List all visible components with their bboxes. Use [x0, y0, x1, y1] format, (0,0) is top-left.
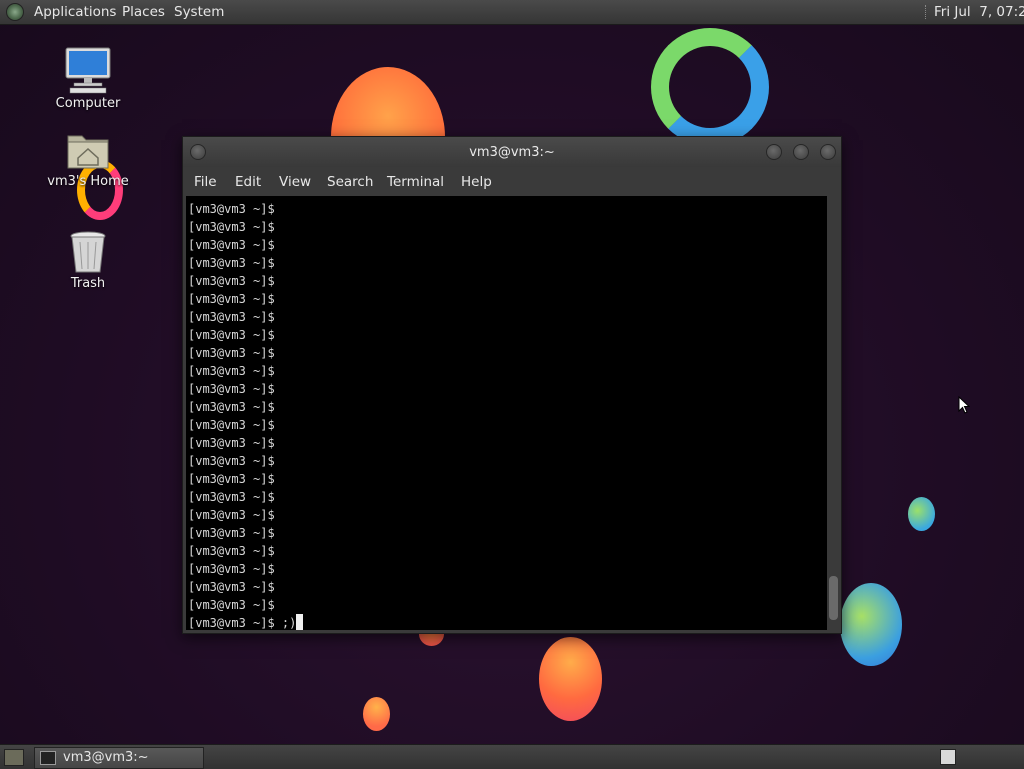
terminal-line: [vm3@vm3 ~]$: [188, 562, 275, 576]
close-icon[interactable]: [820, 144, 836, 160]
terminal-cursor: [296, 614, 304, 630]
wallpaper-bottom-orange-ball: [539, 637, 602, 721]
clock[interactable]: Fri Jul 7, 07:27: [934, 4, 1024, 20]
terminal-line: [vm3@vm3 ~]$: [188, 328, 275, 342]
terminal-icon: [40, 751, 56, 765]
desktop-icon-label: Trash: [70, 276, 106, 291]
terminal-line: [vm3@vm3 ~]$: [188, 382, 275, 396]
wallpaper-blue-ball: [908, 497, 935, 531]
desktop-icon-label: vm3's Home: [47, 174, 129, 189]
workspace-switcher[interactable]: [940, 749, 956, 765]
terminal-line: [vm3@vm3 ~]$: [188, 220, 275, 234]
desktop-icon-label: Computer: [55, 96, 121, 111]
menu-file[interactable]: File: [194, 174, 217, 190]
terminal-line: [vm3@vm3 ~]$: [188, 490, 275, 504]
menu-edit[interactable]: Edit: [235, 174, 261, 190]
terminal-line: [vm3@vm3 ~]$: [188, 274, 275, 288]
terminal-lines: [vm3@vm3 ~]$ [vm3@vm3 ~]$ [vm3@vm3 ~]$ […: [188, 200, 304, 630]
terminal-line: [vm3@vm3 ~]$: [188, 544, 275, 558]
desktop-icon-trash[interactable]: Trash: [38, 230, 138, 291]
menu-terminal[interactable]: Terminal: [387, 174, 444, 190]
window-titlebar[interactable]: vm3@vm3:~: [183, 137, 841, 167]
maximize-icon[interactable]: [793, 144, 809, 160]
terminal-line: [vm3@vm3 ~]$: [188, 454, 275, 468]
wallpaper-ring: [651, 28, 769, 146]
computer-icon: [64, 46, 112, 94]
terminal-line: [vm3@vm3 ~]$: [188, 364, 275, 378]
show-desktop-icon[interactable]: [4, 749, 24, 766]
trash-icon: [68, 230, 108, 274]
top-panel: Applications Places System Fri Jul 7, 07…: [0, 0, 1024, 25]
wallpaper-big-blue-ball: [840, 583, 902, 666]
terminal-line: [vm3@vm3 ~]$: [188, 436, 275, 450]
menu-search[interactable]: Search: [327, 174, 373, 190]
terminal-line: [vm3@vm3 ~]$: [188, 598, 275, 612]
distro-logo-icon[interactable]: [6, 3, 24, 21]
window-title: vm3@vm3:~: [469, 145, 555, 160]
terminal-current-line: [vm3@vm3 ~]$ ;): [188, 614, 304, 630]
terminal-line: [vm3@vm3 ~]$: [188, 346, 275, 360]
terminal-line: [vm3@vm3 ~]$: [188, 202, 275, 216]
terminal-line: [vm3@vm3 ~]$: [188, 526, 275, 540]
terminal-scrollbar[interactable]: [828, 196, 839, 630]
wallpaper-tiny-orange-ball: [363, 697, 390, 731]
terminal-line: [vm3@vm3 ~]$: [188, 508, 275, 522]
applications-menu[interactable]: Applications: [34, 4, 116, 20]
terminal-line: [vm3@vm3 ~]$: [188, 238, 275, 252]
taskbar-item-terminal[interactable]: vm3@vm3:~: [34, 747, 204, 769]
terminal-line: [vm3@vm3 ~]$: [188, 310, 275, 324]
panel-separator: [925, 5, 928, 19]
terminal-line: [vm3@vm3 ~]$: [188, 400, 275, 414]
scrollbar-thumb[interactable]: [829, 576, 838, 620]
places-menu[interactable]: Places: [122, 4, 165, 20]
terminal-output[interactable]: [vm3@vm3 ~]$ [vm3@vm3 ~]$ [vm3@vm3 ~]$ […: [186, 196, 827, 630]
terminal-current-text: [vm3@vm3 ~]$ ;): [188, 616, 297, 630]
menu-help[interactable]: Help: [461, 174, 492, 190]
minimize-icon[interactable]: [766, 144, 782, 160]
terminal-line: [vm3@vm3 ~]$: [188, 292, 275, 306]
terminal-window[interactable]: vm3@vm3:~ File Edit View Search Terminal…: [182, 136, 842, 634]
terminal-line: [vm3@vm3 ~]$: [188, 580, 275, 594]
terminal-line: [vm3@vm3 ~]$: [188, 418, 275, 432]
home-folder-icon: [64, 128, 112, 172]
terminal-line: [vm3@vm3 ~]$: [188, 472, 275, 486]
taskbar-item-label: vm3@vm3:~: [63, 750, 149, 765]
bottom-panel: vm3@vm3:~: [0, 744, 1024, 769]
terminal-line: [vm3@vm3 ~]$: [188, 256, 275, 270]
desktop-icon-home[interactable]: vm3's Home: [38, 128, 138, 189]
desktop-icon-computer[interactable]: Computer: [38, 46, 138, 111]
mouse-pointer-icon: [958, 395, 971, 418]
terminal-menubar: File Edit View Search Terminal Help: [183, 167, 841, 195]
menu-view[interactable]: View: [279, 174, 311, 190]
system-menu[interactable]: System: [174, 4, 224, 20]
